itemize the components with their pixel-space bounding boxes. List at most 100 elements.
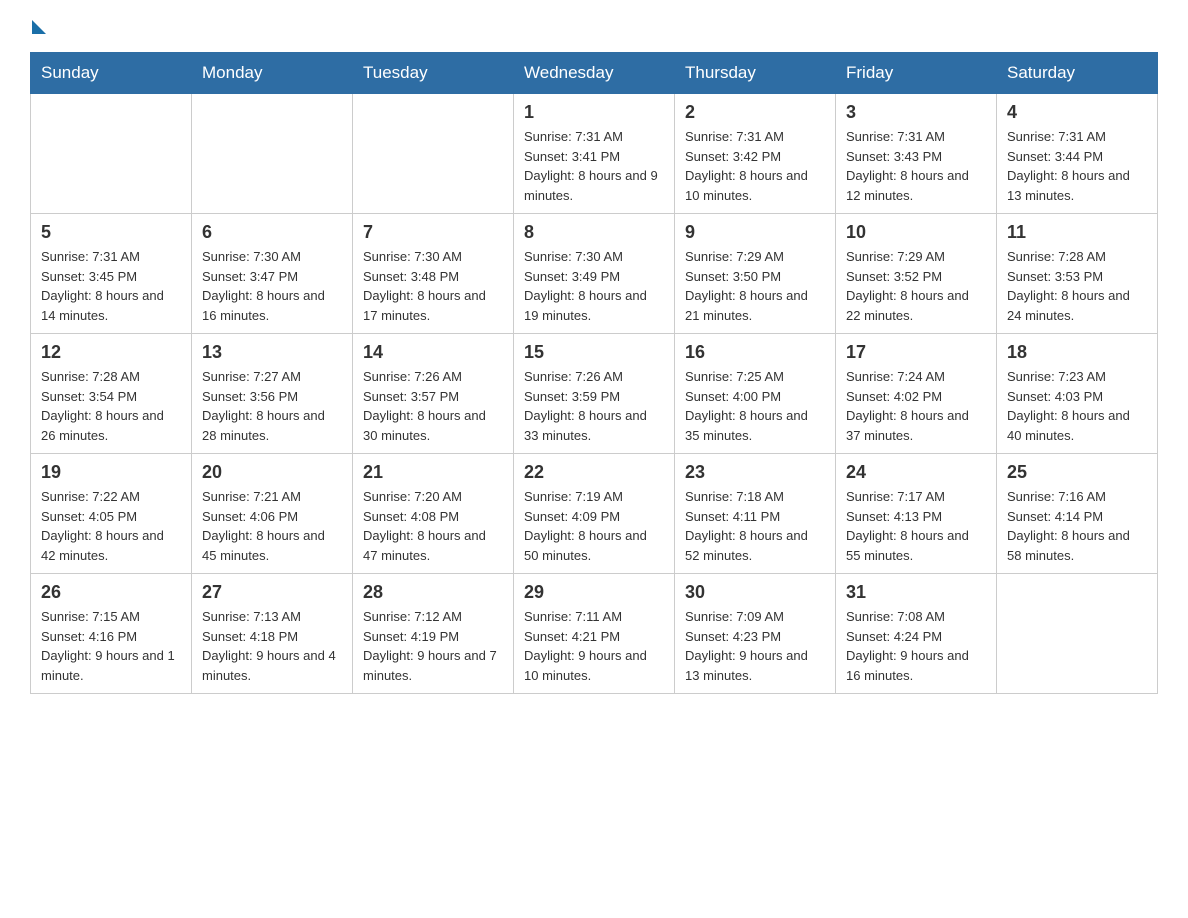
day-number: 15: [524, 342, 664, 363]
day-info: Sunrise: 7:24 AM Sunset: 4:02 PM Dayligh…: [846, 367, 986, 445]
day-info: Sunrise: 7:12 AM Sunset: 4:19 PM Dayligh…: [363, 607, 503, 685]
day-number: 27: [202, 582, 342, 603]
day-info: Sunrise: 7:26 AM Sunset: 3:59 PM Dayligh…: [524, 367, 664, 445]
day-info: Sunrise: 7:15 AM Sunset: 4:16 PM Dayligh…: [41, 607, 181, 685]
day-number: 14: [363, 342, 503, 363]
calendar-table: SundayMondayTuesdayWednesdayThursdayFrid…: [30, 52, 1158, 694]
calendar-day-20: 20 Sunrise: 7:21 AM Sunset: 4:06 PM Dayli…: [192, 454, 353, 574]
page-header: [30, 20, 1158, 42]
day-number: 2: [685, 102, 825, 123]
calendar-day-24: 24Sunrise: 7:17 AM Sunset: 4:13 PM Dayli…: [836, 454, 997, 574]
calendar-day-10: 10 Sunrise: 7:29 AM Sunset: 3:52 PM Dayli…: [836, 214, 997, 334]
day-number: 22: [524, 462, 664, 483]
calendar-day-30: 30Sunrise: 7:09 AM Sunset: 4:23 PM Dayli…: [675, 574, 836, 694]
day-info: Sunrise: 7:29 AM Sunset: 3:50 PM Dayligh…: [685, 247, 825, 325]
calendar-day-27: 27 Sunrise: 7:13 AM Sunset: 4:18 PM Dayli…: [192, 574, 353, 694]
calendar-day-1: 1 Sunrise: 7:31 AM Sunset: 3:41 PM Daylig…: [514, 94, 675, 214]
day-number: 18: [1007, 342, 1147, 363]
day-info: Sunrise: 7:31 AM Sunset: 3:42 PM Dayligh…: [685, 127, 825, 205]
calendar-week-row: 1 Sunrise: 7:31 AM Sunset: 3:41 PM Daylig…: [31, 94, 1158, 214]
day-info: Sunrise: 7:23 AM Sunset: 4:03 PM Dayligh…: [1007, 367, 1147, 445]
calendar-day-17: 17 Sunrise: 7:24 AM Sunset: 4:02 PM Dayli…: [836, 334, 997, 454]
calendar-day-21: 21 Sunrise: 7:20 AM Sunset: 4:08 PM Dayli…: [353, 454, 514, 574]
calendar-day-2: 2 Sunrise: 7:31 AM Sunset: 3:42 PM Daylig…: [675, 94, 836, 214]
day-number: 11: [1007, 222, 1147, 243]
day-number: 25: [1007, 462, 1147, 483]
day-info: Sunrise: 7:16 AM Sunset: 4:14 PM Dayligh…: [1007, 487, 1147, 565]
calendar-day-11: 11 Sunrise: 7:28 AM Sunset: 3:53 PM Dayli…: [997, 214, 1158, 334]
weekday-header-sunday: Sunday: [31, 53, 192, 94]
day-number: 13: [202, 342, 342, 363]
calendar-week-row: 26 Sunrise: 7:15 AM Sunset: 4:16 PM Dayli…: [31, 574, 1158, 694]
day-info: Sunrise: 7:26 AM Sunset: 3:57 PM Dayligh…: [363, 367, 503, 445]
day-info: Sunrise: 7:19 AM Sunset: 4:09 PM Dayligh…: [524, 487, 664, 565]
day-info: Sunrise: 7:28 AM Sunset: 3:54 PM Dayligh…: [41, 367, 181, 445]
calendar-day-31: 31Sunrise: 7:08 AM Sunset: 4:24 PM Dayli…: [836, 574, 997, 694]
day-number: 21: [363, 462, 503, 483]
weekday-header-tuesday: Tuesday: [353, 53, 514, 94]
day-info: Sunrise: 7:22 AM Sunset: 4:05 PM Dayligh…: [41, 487, 181, 565]
day-number: 4: [1007, 102, 1147, 123]
day-number: 29: [524, 582, 664, 603]
calendar-week-row: 5 Sunrise: 7:31 AM Sunset: 3:45 PM Daylig…: [31, 214, 1158, 334]
day-number: 12: [41, 342, 181, 363]
day-info: Sunrise: 7:31 AM Sunset: 3:41 PM Dayligh…: [524, 127, 664, 205]
calendar-day-14: 14 Sunrise: 7:26 AM Sunset: 3:57 PM Dayli…: [353, 334, 514, 454]
calendar-day-12: 12 Sunrise: 7:28 AM Sunset: 3:54 PM Dayli…: [31, 334, 192, 454]
calendar-day-22: 22 Sunrise: 7:19 AM Sunset: 4:09 PM Dayli…: [514, 454, 675, 574]
calendar-day-18: 18 Sunrise: 7:23 AM Sunset: 4:03 PM Dayli…: [997, 334, 1158, 454]
day-number: 28: [363, 582, 503, 603]
day-number: 10: [846, 222, 986, 243]
calendar-day-9: 9 Sunrise: 7:29 AM Sunset: 3:50 PM Daylig…: [675, 214, 836, 334]
calendar-day-empty: [31, 94, 192, 214]
day-number: 6: [202, 222, 342, 243]
calendar-day-25: 25 Sunrise: 7:16 AM Sunset: 4:14 PM Dayli…: [997, 454, 1158, 574]
calendar-day-6: 6 Sunrise: 7:30 AM Sunset: 3:47 PM Daylig…: [192, 214, 353, 334]
day-number: 26: [41, 582, 181, 603]
calendar-day-7: 7Sunrise: 7:30 AM Sunset: 3:48 PM Daylig…: [353, 214, 514, 334]
day-number: 5: [41, 222, 181, 243]
weekday-header-wednesday: Wednesday: [514, 53, 675, 94]
weekday-header-saturday: Saturday: [997, 53, 1158, 94]
day-info: Sunrise: 7:28 AM Sunset: 3:53 PM Dayligh…: [1007, 247, 1147, 325]
day-number: 23: [685, 462, 825, 483]
day-info: Sunrise: 7:30 AM Sunset: 3:48 PM Dayligh…: [363, 247, 503, 325]
day-info: Sunrise: 7:20 AM Sunset: 4:08 PM Dayligh…: [363, 487, 503, 565]
day-info: Sunrise: 7:21 AM Sunset: 4:06 PM Dayligh…: [202, 487, 342, 565]
day-number: 9: [685, 222, 825, 243]
calendar-day-13: 13 Sunrise: 7:27 AM Sunset: 3:56 PM Dayli…: [192, 334, 353, 454]
day-info: Sunrise: 7:27 AM Sunset: 3:56 PM Dayligh…: [202, 367, 342, 445]
day-info: Sunrise: 7:25 AM Sunset: 4:00 PM Dayligh…: [685, 367, 825, 445]
logo: [30, 20, 46, 42]
day-info: Sunrise: 7:31 AM Sunset: 3:43 PM Dayligh…: [846, 127, 986, 205]
calendar-day-empty: [997, 574, 1158, 694]
calendar-day-4: 4 Sunrise: 7:31 AM Sunset: 3:44 PM Daylig…: [997, 94, 1158, 214]
calendar-day-empty: [192, 94, 353, 214]
day-number: 17: [846, 342, 986, 363]
day-info: Sunrise: 7:30 AM Sunset: 3:47 PM Dayligh…: [202, 247, 342, 325]
day-info: Sunrise: 7:13 AM Sunset: 4:18 PM Dayligh…: [202, 607, 342, 685]
day-number: 1: [524, 102, 664, 123]
day-number: 30: [685, 582, 825, 603]
calendar-day-3: 3Sunrise: 7:31 AM Sunset: 3:43 PM Daylig…: [836, 94, 997, 214]
weekday-header-friday: Friday: [836, 53, 997, 94]
day-info: Sunrise: 7:29 AM Sunset: 3:52 PM Dayligh…: [846, 247, 986, 325]
day-info: Sunrise: 7:11 AM Sunset: 4:21 PM Dayligh…: [524, 607, 664, 685]
day-info: Sunrise: 7:31 AM Sunset: 3:45 PM Dayligh…: [41, 247, 181, 325]
calendar-day-15: 15 Sunrise: 7:26 AM Sunset: 3:59 PM Dayli…: [514, 334, 675, 454]
day-number: 20: [202, 462, 342, 483]
weekday-header-row: SundayMondayTuesdayWednesdayThursdayFrid…: [31, 53, 1158, 94]
day-info: Sunrise: 7:17 AM Sunset: 4:13 PM Dayligh…: [846, 487, 986, 565]
day-info: Sunrise: 7:30 AM Sunset: 3:49 PM Dayligh…: [524, 247, 664, 325]
day-number: 8: [524, 222, 664, 243]
calendar-day-16: 16Sunrise: 7:25 AM Sunset: 4:00 PM Dayli…: [675, 334, 836, 454]
logo-triangle-icon: [32, 20, 46, 34]
calendar-day-28: 28 Sunrise: 7:12 AM Sunset: 4:19 PM Dayli…: [353, 574, 514, 694]
day-info: Sunrise: 7:31 AM Sunset: 3:44 PM Dayligh…: [1007, 127, 1147, 205]
calendar-day-26: 26 Sunrise: 7:15 AM Sunset: 4:16 PM Dayli…: [31, 574, 192, 694]
calendar-week-row: 19Sunrise: 7:22 AM Sunset: 4:05 PM Dayli…: [31, 454, 1158, 574]
weekday-header-monday: Monday: [192, 53, 353, 94]
calendar-day-empty: [353, 94, 514, 214]
calendar-week-row: 12 Sunrise: 7:28 AM Sunset: 3:54 PM Dayli…: [31, 334, 1158, 454]
day-info: Sunrise: 7:18 AM Sunset: 4:11 PM Dayligh…: [685, 487, 825, 565]
